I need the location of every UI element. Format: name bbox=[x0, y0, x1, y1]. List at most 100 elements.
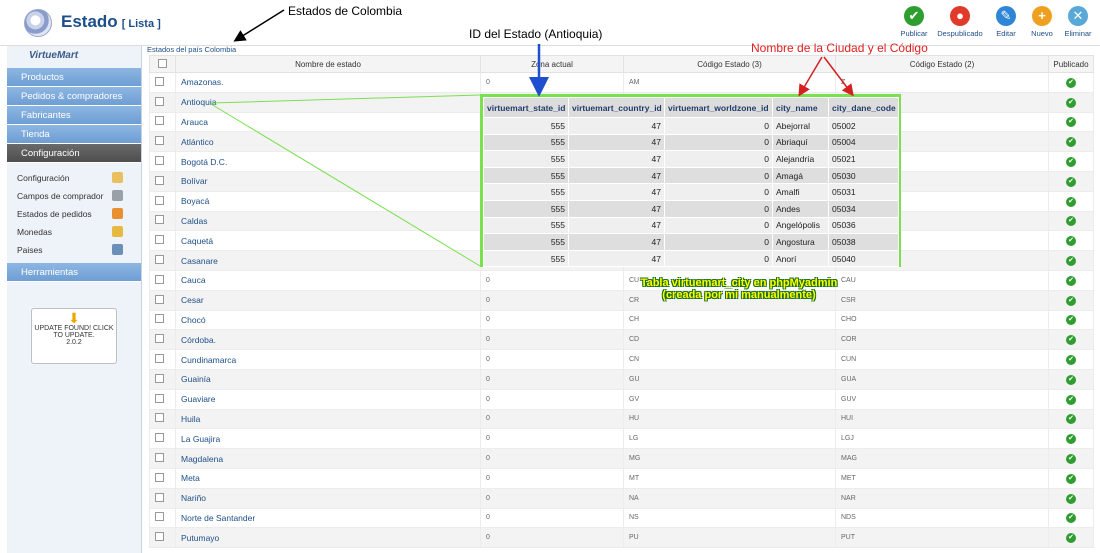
select-all-checkbox[interactable] bbox=[158, 58, 167, 68]
row-select-cell[interactable] bbox=[149, 170, 176, 192]
published-check-icon[interactable]: ✔ bbox=[1066, 216, 1076, 227]
published-check-icon[interactable]: ✔ bbox=[1066, 97, 1076, 108]
row-checkbox[interactable] bbox=[155, 175, 164, 185]
col-header-publicado[interactable]: Publicado bbox=[1048, 55, 1094, 73]
row-select-cell[interactable] bbox=[149, 289, 176, 311]
state-name-link[interactable]: Arauca bbox=[175, 111, 481, 133]
published-check-icon[interactable]: ✔ bbox=[1066, 434, 1076, 445]
publish-toggle-cell[interactable]: ✔ bbox=[1048, 72, 1094, 93]
published-check-icon[interactable]: ✔ bbox=[1066, 117, 1076, 128]
publish-toggle-cell[interactable]: ✔ bbox=[1048, 250, 1094, 271]
row-checkbox[interactable] bbox=[155, 334, 164, 344]
state-name-link[interactable]: Putumayo bbox=[175, 527, 481, 549]
publish-toggle-cell[interactable]: ✔ bbox=[1048, 448, 1094, 469]
publish-toggle-cell[interactable]: ✔ bbox=[1048, 269, 1094, 291]
row-checkbox[interactable] bbox=[155, 413, 164, 423]
published-check-icon[interactable]: ✔ bbox=[1066, 473, 1076, 484]
state-name-link[interactable]: Meta bbox=[175, 467, 481, 489]
publish-toggle-cell[interactable]: ✔ bbox=[1048, 151, 1094, 172]
row-select-cell[interactable] bbox=[149, 91, 176, 113]
sidebar-subitem-1[interactable]: Campos de comprador bbox=[17, 187, 141, 205]
row-select-cell[interactable] bbox=[149, 408, 176, 430]
state-name-link[interactable]: Guainía bbox=[175, 368, 481, 390]
published-check-icon[interactable]: ✔ bbox=[1066, 335, 1076, 346]
row-checkbox[interactable] bbox=[155, 255, 164, 265]
published-check-icon[interactable]: ✔ bbox=[1066, 493, 1076, 504]
toolbar-despublicado-button[interactable]: ● Despublicado bbox=[936, 6, 984, 38]
publish-toggle-cell[interactable]: ✔ bbox=[1048, 349, 1094, 370]
row-select-cell[interactable] bbox=[149, 428, 176, 450]
sidebar-subitem-2[interactable]: Estados de pedidos bbox=[17, 205, 141, 223]
row-checkbox[interactable] bbox=[155, 314, 164, 324]
publish-toggle-cell[interactable]: ✔ bbox=[1048, 289, 1094, 311]
row-checkbox[interactable] bbox=[155, 512, 164, 522]
state-name-link[interactable]: Guaviare bbox=[175, 388, 481, 410]
published-check-icon[interactable]: ✔ bbox=[1066, 157, 1076, 168]
row-checkbox[interactable] bbox=[155, 453, 164, 463]
published-check-icon[interactable]: ✔ bbox=[1066, 196, 1076, 207]
publish-toggle-cell[interactable]: ✔ bbox=[1048, 368, 1094, 390]
city-col-header[interactable]: virtuemart_state_id bbox=[483, 97, 569, 118]
publish-toggle-cell[interactable]: ✔ bbox=[1048, 428, 1094, 450]
state-name-link[interactable]: La Guajira bbox=[175, 428, 481, 450]
state-name-link[interactable]: Córdoba. bbox=[175, 329, 481, 351]
select-all-header[interactable] bbox=[149, 55, 176, 73]
sidebar-subitem-3[interactable]: Monedas bbox=[17, 223, 141, 241]
row-select-cell[interactable] bbox=[149, 151, 176, 172]
state-name-link[interactable]: Bogotá D.C. bbox=[175, 151, 481, 172]
city-col-header[interactable]: virtuemart_country_id bbox=[568, 97, 665, 118]
published-check-icon[interactable]: ✔ bbox=[1066, 295, 1076, 306]
publish-toggle-cell[interactable]: ✔ bbox=[1048, 467, 1094, 489]
sidebar-item-1[interactable]: Pedidos & compradores bbox=[7, 87, 141, 106]
row-select-cell[interactable] bbox=[149, 368, 176, 390]
col-header-codigo2[interactable]: Código Estado (2) bbox=[835, 55, 1049, 73]
row-checkbox[interactable] bbox=[155, 195, 164, 205]
row-select-cell[interactable] bbox=[149, 507, 176, 529]
state-name-link[interactable]: Norte de Santander bbox=[175, 507, 481, 529]
row-checkbox[interactable] bbox=[155, 136, 164, 146]
row-checkbox[interactable] bbox=[155, 393, 164, 403]
state-name-link[interactable]: Nariño bbox=[175, 487, 481, 509]
row-checkbox[interactable] bbox=[155, 156, 164, 166]
state-name-link[interactable]: Antioquia bbox=[175, 91, 481, 113]
row-select-cell[interactable] bbox=[149, 131, 176, 153]
toolbar-nuevo-button[interactable]: + Nuevo bbox=[1028, 6, 1056, 38]
state-name-link[interactable]: Bolívar bbox=[175, 170, 481, 192]
toolbar-editar-button[interactable]: ✎ Editar bbox=[992, 6, 1020, 38]
row-select-cell[interactable] bbox=[149, 190, 176, 212]
col-header-nombre[interactable]: Nombre de estado bbox=[175, 55, 481, 73]
state-name-link[interactable]: Chocó bbox=[175, 309, 481, 331]
row-select-cell[interactable] bbox=[149, 329, 176, 351]
sidebar-item-4[interactable]: Configuración bbox=[7, 144, 141, 163]
sidebar-item-herramientas[interactable]: Herramientas bbox=[7, 263, 141, 282]
sidebar-subitem-0[interactable]: Configuración bbox=[17, 169, 141, 187]
state-name-link[interactable]: Boyacá bbox=[175, 190, 481, 212]
row-checkbox[interactable] bbox=[155, 373, 164, 383]
published-check-icon[interactable]: ✔ bbox=[1066, 275, 1076, 286]
row-select-cell[interactable] bbox=[149, 269, 176, 291]
publish-toggle-cell[interactable]: ✔ bbox=[1048, 190, 1094, 212]
published-check-icon[interactable]: ✔ bbox=[1066, 533, 1076, 544]
state-name-link[interactable]: Cundinamarca bbox=[175, 349, 481, 370]
publish-toggle-cell[interactable]: ✔ bbox=[1048, 131, 1094, 153]
toolbar-publicar-button[interactable]: ✔ Publicar bbox=[900, 6, 928, 38]
row-checkbox[interactable] bbox=[155, 76, 164, 86]
city-col-header[interactable]: virtuemart_worldzone_id bbox=[664, 97, 773, 118]
state-name-link[interactable]: Cesar bbox=[175, 289, 481, 311]
row-checkbox[interactable] bbox=[155, 235, 164, 245]
city-col-header[interactable]: city_dane_code bbox=[828, 97, 899, 118]
row-checkbox[interactable] bbox=[155, 96, 164, 106]
state-name-link[interactable]: Amazonas. bbox=[175, 72, 481, 93]
published-check-icon[interactable]: ✔ bbox=[1066, 137, 1076, 148]
sidebar-item-3[interactable]: Tienda bbox=[7, 125, 141, 144]
row-checkbox[interactable] bbox=[155, 532, 164, 542]
row-select-cell[interactable] bbox=[149, 527, 176, 549]
publish-toggle-cell[interactable]: ✔ bbox=[1048, 408, 1094, 430]
row-select-cell[interactable] bbox=[149, 111, 176, 133]
publish-toggle-cell[interactable]: ✔ bbox=[1048, 487, 1094, 509]
publish-toggle-cell[interactable]: ✔ bbox=[1048, 230, 1094, 252]
publish-toggle-cell[interactable]: ✔ bbox=[1048, 91, 1094, 113]
publish-toggle-cell[interactable]: ✔ bbox=[1048, 210, 1094, 232]
row-checkbox[interactable] bbox=[155, 433, 164, 443]
row-checkbox[interactable] bbox=[155, 215, 164, 225]
